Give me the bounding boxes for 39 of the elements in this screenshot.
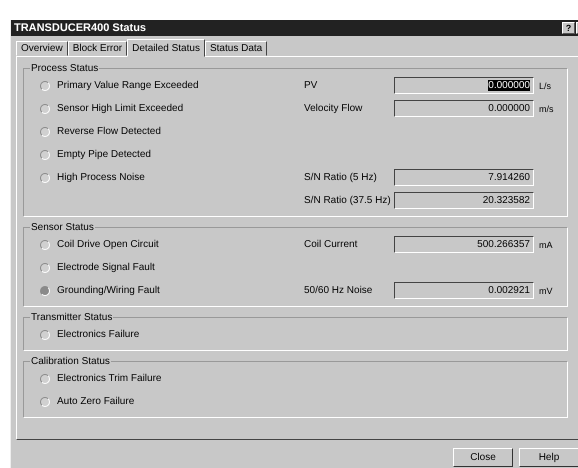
- group-title: Sensor Status: [30, 222, 95, 233]
- status-label: Sensor High Limit Exceeded: [57, 103, 184, 114]
- unit-label: mV: [539, 286, 552, 296]
- status-label: Electrode Signal Fault: [57, 262, 155, 273]
- field-label: 50/60 Hz Noise: [304, 285, 374, 296]
- dialog-button[interactable]: Help: [519, 448, 578, 467]
- value-field[interactable]: 20.323582: [394, 192, 534, 209]
- tab[interactable]: Status Data: [204, 41, 268, 56]
- tab[interactable]: Block Error: [68, 41, 128, 56]
- status-label: Auto Zero Failure: [57, 396, 134, 407]
- field-label: S/N Ratio (5 Hz): [304, 172, 378, 183]
- status-label: Electronics Failure: [57, 329, 140, 340]
- unit-label: mA: [539, 240, 552, 250]
- status-label: Primary Value Range Exceeded: [57, 80, 199, 91]
- field-label: PV: [304, 80, 318, 91]
- group-title: Transmitter Status: [30, 312, 114, 323]
- value-field[interactable]: 0.002921: [394, 282, 534, 299]
- group-title: Calibration Status: [30, 356, 111, 367]
- help-button[interactable]: ?: [562, 22, 575, 34]
- field-label: Velocity Flow: [304, 103, 364, 114]
- status-label: Reverse Flow Detected: [57, 126, 161, 137]
- tab[interactable]: Overview: [16, 41, 68, 56]
- dialog-button[interactable]: Close: [453, 448, 513, 467]
- window-title: TRANSDUCER400 Status: [14, 22, 148, 34]
- unit-label: L/s: [539, 80, 552, 90]
- unit-label: m/s: [539, 104, 554, 114]
- tab[interactable]: Detailed Status: [127, 39, 205, 57]
- status-label: Coil Drive Open Circuit: [57, 239, 159, 250]
- status-label: High Process Noise: [57, 172, 145, 183]
- field-label: Coil Current: [304, 239, 358, 250]
- value-field[interactable]: 500.266357: [394, 236, 534, 253]
- group-title: Process Status: [30, 63, 100, 74]
- status-label: Electronics Trim Failure: [57, 373, 162, 384]
- status-label: Empty Pipe Detected: [57, 149, 151, 160]
- status-label: Grounding/Wiring Fault: [57, 285, 160, 296]
- value-field[interactable]: 7.914260: [394, 169, 534, 186]
- value-field[interactable]: 0.000000: [394, 100, 534, 117]
- value-field[interactable]: 0.000000: [394, 77, 534, 94]
- field-label: S/N Ratio (37.5 Hz): [304, 195, 392, 206]
